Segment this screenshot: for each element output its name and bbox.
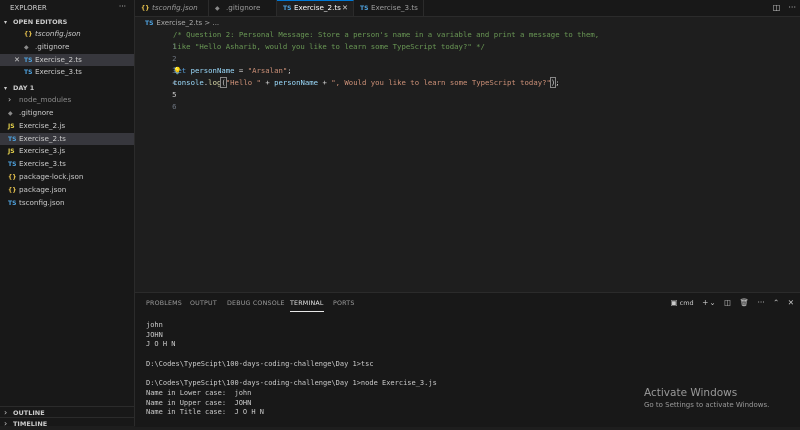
new-terminal-icon[interactable]: + [702, 298, 708, 307]
activate-title: Activate Windows [644, 387, 738, 399]
code-line: 6 [135, 89, 176, 111]
tab-output[interactable]: OUTPUT [190, 297, 217, 311]
outline-header[interactable]: › OUTLINE [0, 406, 134, 417]
terminal-line: JOHN [146, 330, 163, 339]
file-exercise-2-js[interactable]: JS Exercise_2.js [0, 120, 134, 133]
string-literal: "Arsalan" [247, 66, 288, 75]
tab-exercise-2-ts[interactable]: TS Exercise_2.ts ✕ [277, 0, 354, 16]
tab-gitignore[interactable]: ◆ .gitignore [209, 0, 277, 16]
chevron-right-icon: › [8, 95, 12, 105]
close-icon[interactable]: ✕ [788, 298, 794, 307]
panel-controls: ▣ cmd +⌄ ◫ 🗑 ··· ⌃ ✕ [665, 296, 794, 310]
folder-node-modules[interactable]: › node_modules [0, 94, 134, 107]
file-package-json[interactable]: {} package.json [0, 184, 134, 197]
file-package-lock-json[interactable]: {} package-lock.json [0, 171, 134, 184]
file-gitignore[interactable]: ◆ .gitignore [0, 107, 134, 120]
variable-name: personName [190, 66, 235, 75]
explorer-sidebar: EXPLORER ··· ▾ OPEN EDITORS {} tsconfig.js… [0, 0, 135, 428]
editor-actions: ◫ ··· [765, 0, 796, 16]
close-icon[interactable]: ✕ [342, 1, 348, 15]
ts-file-icon: TS [8, 199, 17, 207]
split-editor-icon[interactable]: ◫ [773, 3, 781, 12]
open-editor-gitignore[interactable]: ◆ .gitignore [0, 41, 134, 54]
terminal-line: Name in Lower case: john [146, 388, 252, 397]
activate-subtitle: Go to Settings to activate Windows. [644, 401, 770, 409]
activate-windows-watermark: Activate Windows Go to Settings to activ… [644, 387, 769, 409]
chevron-down-icon[interactable]: ⌄ [709, 298, 715, 307]
line-number: 6 [172, 102, 177, 111]
more-actions-icon[interactable]: ··· [757, 298, 764, 307]
tab-tsconfig-json[interactable]: {} tsconfig.json [135, 0, 209, 16]
tab-debug-console[interactable]: DEBUG CONSOLE [227, 297, 285, 311]
breadcrumb: TS Exercise_2.ts > ... [135, 17, 219, 29]
console-object: console [173, 78, 204, 87]
explorer-title: EXPLORER [10, 4, 47, 12]
file-exercise-3-js[interactable]: JS Exercise_3.js [0, 145, 134, 158]
explorer-more-icon[interactable]: ··· [119, 0, 126, 16]
code-line: 5 console.log("Hello " + personName + ",… [135, 77, 560, 99]
file-exercise-2-ts[interactable]: TS Exercise_2.ts [0, 132, 134, 146]
open-editor-tsconfig[interactable]: {} tsconfig.json [0, 28, 134, 41]
editor-tabs: {} tsconfig.json ◆ .gitignore TS Exercise_2… [135, 0, 800, 17]
tab-ports[interactable]: PORTS [333, 297, 355, 311]
tab-exercise-3-ts[interactable]: TS Exercise_3.ts [354, 0, 424, 16]
chevron-right-icon: › [4, 419, 8, 428]
terminal-name[interactable]: cmd [680, 299, 694, 307]
terminal-line: D:\Codes\TypeScipt\100-days-coding-chall… [146, 359, 374, 368]
more-actions-icon[interactable]: ··· [788, 3, 796, 12]
breadcrumb-file[interactable]: Exercise_2.ts [156, 19, 202, 27]
terminal-line: Name in Title case: J O H N [146, 408, 265, 417]
code-editor[interactable]: 1 /* Question 2: Personal Message: Store… [135, 29, 800, 291]
split-terminal-icon[interactable]: ◫ [724, 298, 731, 307]
code-line: 4 let personName = "Arsalan"; 💡 [135, 65, 292, 87]
folder-header-day1[interactable]: ▾ DAY 1 [0, 82, 134, 94]
code-line: 2 like "Hello Asharib, would you like to… [135, 41, 485, 63]
terminal-line: D:\Codes\TypeScipt\100-days-coding-chall… [146, 379, 437, 388]
ts-file-icon: TS [145, 20, 154, 27]
open-editor-exercise-3-ts[interactable]: TS Exercise_3.ts [0, 66, 134, 79]
json-file-icon: {} [141, 5, 150, 12]
git-file-icon: ◆ [215, 5, 220, 12]
file-tsconfig-json[interactable]: TS tsconfig.json [0, 197, 134, 210]
timeline-header[interactable]: › TIMELINE [0, 417, 134, 428]
file-exercise-3-ts[interactable]: TS Exercise_3.ts [0, 158, 134, 171]
comment-text: like "Hello Asharib, would you like to l… [173, 42, 485, 51]
terminal-line: Name in Upper case: JOHN [146, 398, 252, 407]
terminal-icon: ▣ [670, 298, 678, 307]
open-editor-exercise-2-ts[interactable]: ✕ TS Exercise_2.ts [0, 53, 134, 67]
code-line: 3 [135, 53, 176, 75]
lightbulb-icon[interactable]: 💡 [173, 65, 182, 77]
comment-text: /* Question 2: Personal Message: Store a… [173, 30, 600, 39]
open-editors-header[interactable]: ▾ OPEN EDITORS [0, 16, 134, 28]
tab-terminal[interactable]: TERMINAL [290, 297, 324, 312]
ts-file-icon: TS [24, 69, 33, 77]
terminal-line: J O H N [146, 340, 176, 349]
terminal-output[interactable]: john JOHN J O H N D:\Codes\TypeScipt\100… [146, 321, 437, 418]
log-function: log [208, 78, 222, 87]
ts-file-icon: TS [283, 5, 292, 12]
breadcrumb-separator: > [204, 19, 211, 27]
breadcrumb-rest[interactable]: ... [212, 19, 219, 27]
tab-problems[interactable]: PROBLEMS [146, 297, 182, 311]
maximize-panel-icon[interactable]: ⌃ [773, 298, 779, 307]
ts-file-icon: TS [360, 5, 369, 12]
code-line: 1 /* Question 2: Personal Message: Store… [135, 29, 599, 51]
close-icon[interactable]: ✕ [14, 54, 20, 67]
trash-icon[interactable]: 🗑 [740, 298, 750, 307]
terminal-line: john [146, 321, 163, 329]
